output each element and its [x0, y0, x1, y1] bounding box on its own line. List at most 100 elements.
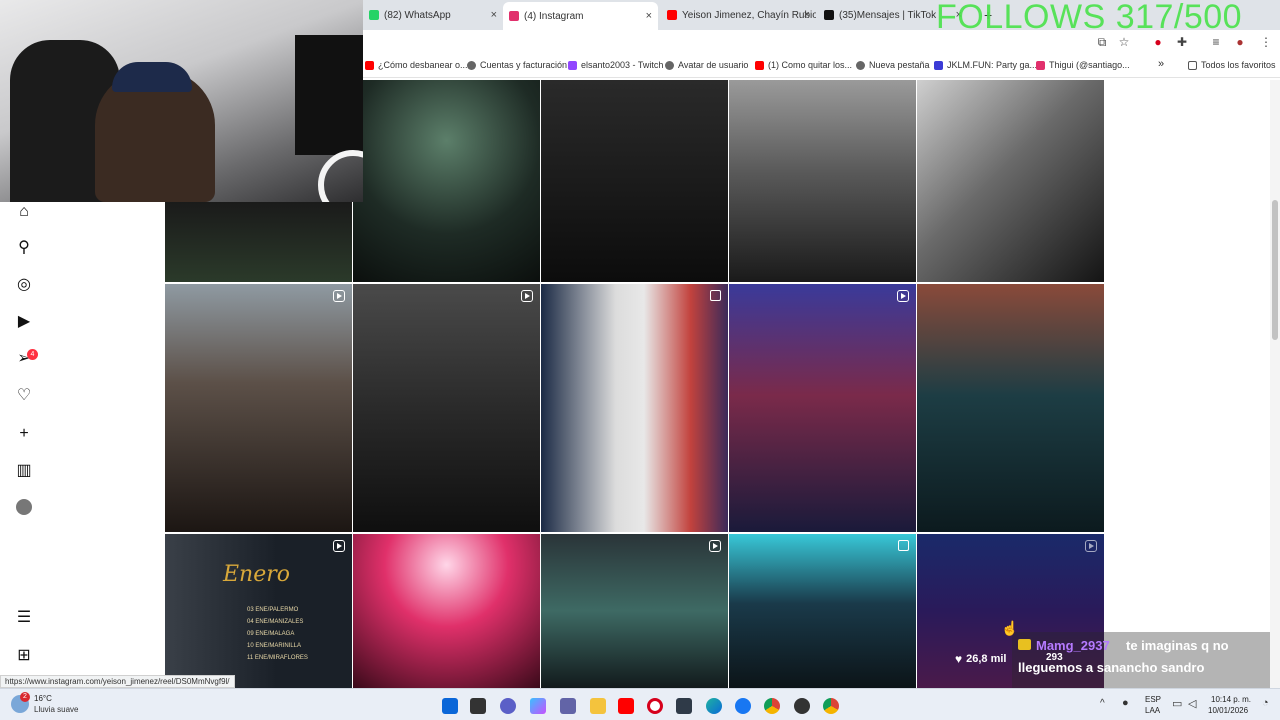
monitor	[295, 35, 363, 155]
tab-label: (35)Mensajes | TikTok	[839, 9, 937, 21]
dashboard-icon[interactable]: ▥	[14, 461, 34, 481]
tab-instagram[interactable]: (4) Instagram ×	[503, 2, 658, 30]
opera-icon[interactable]: ●	[1151, 35, 1165, 49]
comment-count: 293	[1046, 652, 1063, 663]
bookmark-item[interactable]: Avatar de usuario	[665, 60, 748, 70]
install-icon[interactable]: ⧉	[1095, 35, 1109, 49]
facebook-icon[interactable]	[735, 698, 751, 714]
bookmarks-more-button[interactable]: »	[1158, 58, 1164, 70]
bookmark-label: Nueva pestaña	[869, 60, 930, 70]
reels-icon[interactable]: ▶	[14, 312, 34, 332]
messages-badge: 4	[27, 349, 38, 360]
reel-icon	[333, 290, 345, 302]
volume-icon[interactable]: ◁	[1188, 697, 1196, 710]
close-icon[interactable]: ×	[804, 9, 810, 21]
store-icon[interactable]	[676, 698, 692, 714]
notifications-icon[interactable]: ♡	[14, 386, 34, 406]
menu-icon[interactable]: ☰	[14, 608, 34, 628]
reel-icon	[1085, 540, 1097, 552]
chat-message-line: te imaginas q no	[1126, 638, 1229, 653]
bookmark-item[interactable]: Thigui (@santiago...	[1036, 60, 1130, 70]
clock-time[interactable]: 10:14 p. m.	[1211, 695, 1251, 704]
explore-icon[interactable]: ◎	[14, 275, 34, 295]
tab-label: (82) WhatsApp	[384, 9, 451, 21]
carousel-icon	[710, 290, 721, 301]
menu-dots-icon[interactable]: ⋮	[1259, 35, 1273, 49]
post-thumbnail[interactable]	[729, 80, 916, 282]
post-thumbnail[interactable]	[917, 284, 1104, 532]
streamer-webcam	[0, 0, 363, 202]
bookmark-label: elsanto2003 - Twitch	[581, 60, 664, 70]
microphone-icon[interactable]: ●	[1122, 697, 1129, 709]
post-thumbnail[interactable]	[541, 80, 728, 282]
bookmarks-bar: ¿Cómo desbanear o... Cuentas y facturaci…	[363, 56, 1280, 78]
chrome-profile-icon[interactable]	[823, 698, 839, 714]
start-icon[interactable]	[442, 698, 458, 714]
bookmark-label: (1) Como quitar los...	[768, 60, 853, 70]
post-thumbnail[interactable]	[729, 284, 916, 532]
bookmark-label: ¿Cómo desbanear o...	[378, 60, 468, 70]
bookmark-item[interactable]: (1) Como quitar los...	[755, 60, 852, 70]
copilot-icon[interactable]	[530, 698, 546, 714]
bookmark-item[interactable]: elsanto2003 - Twitch	[568, 60, 663, 70]
whatsapp-icon	[369, 10, 379, 20]
home-icon[interactable]: ⌂	[14, 202, 34, 222]
notifications-bell-icon[interactable]: ◔	[1262, 697, 1269, 709]
opera-icon[interactable]	[647, 698, 663, 714]
search-icon[interactable]: ⚲	[14, 238, 34, 258]
chevron-up-icon[interactable]: ^	[1100, 698, 1105, 709]
weather-badge: 2	[20, 692, 30, 702]
post-thumbnail[interactable]	[541, 284, 728, 532]
create-icon[interactable]: +	[14, 424, 34, 444]
scrollbar-thumb[interactable]	[1272, 200, 1278, 340]
youtube-icon[interactable]	[618, 698, 634, 714]
bookmark-item[interactable]: JKLM.FUN: Party ga...	[934, 60, 1037, 70]
star-icon[interactable]: ☆	[1117, 35, 1131, 49]
bookmark-item[interactable]: ¿Cómo desbanear o...	[365, 60, 468, 70]
instagram-icon	[1036, 60, 1045, 70]
hand-cursor-icon: ☝	[1001, 620, 1019, 636]
teams-icon[interactable]	[560, 698, 576, 714]
app-icon[interactable]	[794, 698, 810, 714]
chat-app-icon[interactable]	[500, 698, 516, 714]
post-thumbnail[interactable]	[353, 534, 540, 688]
clock-date[interactable]: 10/01/2026	[1208, 706, 1248, 715]
weather-condition: Lluvia suave	[34, 705, 79, 714]
edge-icon[interactable]	[706, 698, 722, 714]
input-language[interactable]: ESP	[1145, 695, 1161, 704]
youtube-icon	[755, 60, 764, 70]
all-bookmarks-button[interactable]: Todos los favoritos	[1188, 60, 1276, 70]
input-layout[interactable]: LAA	[1145, 706, 1160, 715]
task-view-icon[interactable]	[470, 698, 486, 714]
post-thumbnail[interactable]	[165, 284, 352, 532]
instagram-icon	[509, 11, 519, 21]
bookmark-label: Thigui (@santiago...	[1049, 60, 1130, 70]
page-scrollbar[interactable]	[1270, 80, 1280, 688]
tab-whatsapp[interactable]: (82) WhatsApp ×	[363, 4, 503, 26]
post-thumbnail[interactable]	[917, 80, 1104, 282]
apps-icon[interactable]: ⊞	[14, 646, 34, 666]
network-icon[interactable]: ▭	[1172, 697, 1182, 710]
bookmark-item[interactable]: Nueva pestaña	[856, 60, 930, 70]
post-thumbnail[interactable]: Enero 03 ENE/PALERMO 04 ENE/MANIZALES 09…	[165, 534, 352, 688]
poster-line: 11 ENE/MIRAFLORES	[247, 655, 308, 661]
tab-youtube[interactable]: Yeison Jimenez, Chayín Rubio I ×	[661, 4, 816, 26]
post-thumbnail[interactable]	[353, 80, 540, 282]
chrome-icon[interactable]	[764, 698, 780, 714]
bookmark-item[interactable]: Cuentas y facturación	[467, 60, 567, 70]
globe-icon	[467, 60, 476, 70]
extensions-icon[interactable]: ✚	[1175, 35, 1189, 49]
post-thumbnail[interactable]	[729, 534, 916, 688]
close-icon[interactable]: ×	[491, 9, 497, 21]
carousel-icon	[898, 540, 909, 551]
windows-taskbar: 2 ^ ● ▭ ◁ ◔	[0, 688, 1280, 720]
post-thumbnail[interactable]	[541, 534, 728, 688]
likes-value: 26,8 mil	[966, 653, 1007, 665]
avatar[interactable]: ●	[1233, 35, 1247, 49]
file-explorer-icon[interactable]	[590, 698, 606, 714]
post-thumbnail[interactable]	[353, 284, 540, 532]
tab-label: (4) Instagram	[524, 10, 584, 22]
profile-avatar[interactable]	[16, 499, 32, 515]
close-icon[interactable]: ×	[646, 10, 652, 22]
media-icon[interactable]: ≡	[1209, 35, 1223, 49]
